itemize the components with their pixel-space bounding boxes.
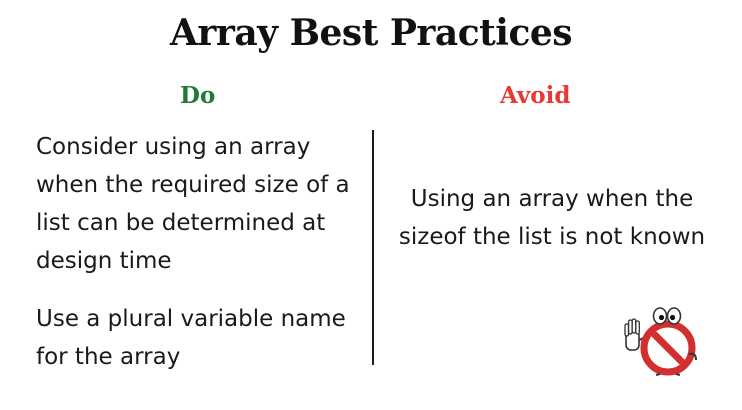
slide-title: Array Best Practices — [169, 12, 573, 54]
do-heading: Do — [180, 82, 216, 109]
do-item-plural-name: Use a plural variable name for the array — [36, 306, 346, 370]
do-item-array-size: Consider using an array when the require… — [36, 134, 350, 274]
stop-sign-mascot-icon — [622, 304, 704, 376]
avoid-item-unknown-size: Using an array when the sizeof the list … — [398, 186, 706, 250]
column-divider — [372, 130, 374, 365]
avoid-heading: Avoid — [500, 82, 571, 109]
